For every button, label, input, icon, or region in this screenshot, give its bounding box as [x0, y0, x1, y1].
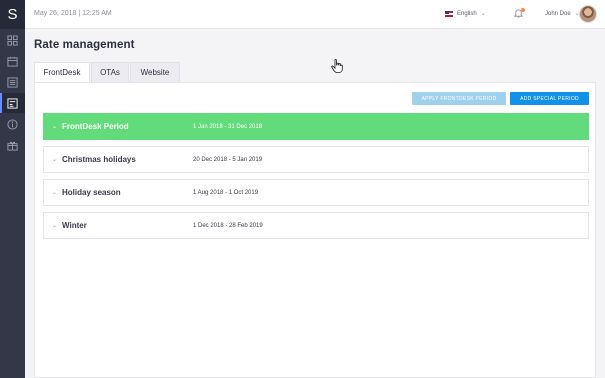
user-name: John Doe [545, 10, 571, 17]
rate-icon [7, 97, 18, 109]
page-title: Rate management [34, 39, 135, 51]
chevron-down-icon[interactable]: ⌄ [52, 189, 57, 196]
tab-website[interactable]: Website [130, 62, 180, 82]
period-row-christmas[interactable]: ⌄ Christmas holidays 20 Dec 2018 - 5 Jan… [43, 146, 589, 173]
apply-frontdesk-period-button[interactable]: APPLY FRONTDESK PERIOD [412, 92, 506, 105]
calendar-icon [7, 56, 18, 67]
sidebar-item-dashboard[interactable] [0, 30, 25, 50]
period-range: 1 Aug 2018 - 1 Oct 2019 [193, 189, 259, 196]
sidebar: S [0, 0, 25, 378]
sidebar-item-calendar[interactable] [0, 51, 25, 71]
grid-icon [7, 34, 18, 46]
period-name: Winter [62, 221, 87, 230]
language-selector[interactable]: English ⌄ [445, 10, 486, 17]
sidebar-item-list[interactable] [0, 72, 25, 92]
chevron-down-icon[interactable]: ⌄ [52, 222, 57, 229]
tab-frontdesk[interactable]: FrontDesk [34, 62, 90, 82]
list-icon [7, 76, 18, 88]
add-special-period-button[interactable]: ADD SPECIAL PERIOD [510, 92, 589, 105]
us-flag-icon [445, 10, 453, 17]
info-icon [7, 118, 18, 130]
chevron-down-icon[interactable]: ⌄ [52, 123, 57, 130]
tab-otas[interactable]: OTAs [91, 62, 129, 82]
user-menu[interactable]: John Doe ⌄ [545, 10, 580, 18]
top-bar: May 26, 2018 | 12:25 AM English ⌄ John D… [25, 0, 605, 29]
language-label: English [457, 10, 477, 17]
app-logo[interactable]: S [0, 0, 25, 29]
chevron-down-icon[interactable]: ⌄ [52, 156, 57, 163]
period-name: Christmas holidays [62, 155, 136, 164]
period-range: 20 Dec 2018 - 5 Jan 2019 [193, 156, 263, 163]
period-name: Holiday season [62, 188, 121, 197]
period-row-holiday-season[interactable]: ⌄ Holiday season 1 Aug 2018 - 1 Oct 2019 [43, 179, 589, 206]
chevron-down-icon: ⌄ [480, 11, 486, 17]
period-range: 1 Jan 2018 - 31 Dec 2018 [193, 123, 263, 130]
current-datetime: May 26, 2018 | 12:25 AM [34, 10, 112, 17]
gift-icon [7, 141, 18, 151]
sidebar-item-rates[interactable] [0, 93, 25, 113]
sidebar-item-info[interactable] [0, 114, 25, 134]
notification-badge [521, 8, 525, 12]
sidebar-item-gifts[interactable] [0, 135, 25, 155]
period-row-frontdesk[interactable]: ⌄ FrontDesk Period 1 Jan 2018 - 31 Dec 2… [43, 113, 589, 140]
rate-periods-panel: APPLY FRONTDESK PERIOD ADD SPECIAL PERIO… [34, 82, 596, 378]
period-row-winter[interactable]: ⌄ Winter 1 Dec 2018 - 28 Feb 2019 [43, 212, 589, 239]
avatar[interactable] [579, 5, 597, 23]
period-range: 1 Dec 2018 - 28 Feb 2019 [193, 222, 263, 229]
period-name: FrontDesk Period [62, 122, 129, 131]
hand-cursor-icon [331, 59, 343, 73]
